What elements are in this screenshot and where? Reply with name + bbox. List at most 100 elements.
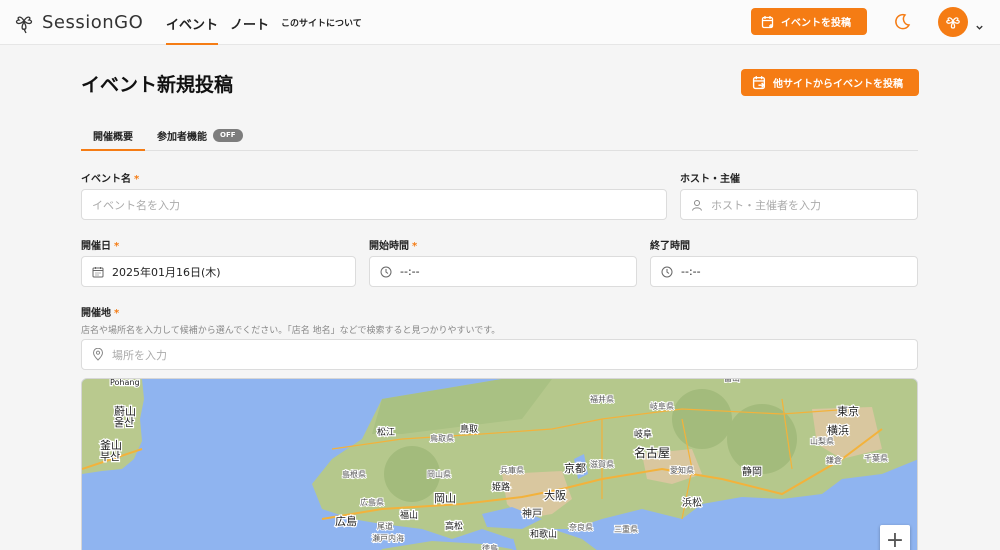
page-title: イベント新規投稿 — [81, 74, 234, 96]
location-hint: 店名や場所名を入力して候補から選んでください。「店名 地名」などで検索すると見つ… — [81, 326, 501, 336]
map-label-tokyo: 東京 — [837, 404, 859, 418]
map-label-fukui-pref: 福井県 — [590, 394, 614, 404]
calendar-import-icon — [752, 76, 766, 90]
map-label-okayama-pref: 岡山県 — [427, 469, 451, 479]
map-label-aichi-pref: 愛知県 — [670, 465, 694, 475]
main-nav: イベント ノート このサイトについて — [166, 0, 374, 45]
map-label-fukuyama: 福山 — [400, 509, 418, 521]
location-label-text: 開催地 — [81, 308, 111, 319]
tab-overview-label: 開催概要 — [93, 132, 133, 143]
calendar-plus-icon — [761, 15, 774, 28]
tab-participant-features[interactable]: 参加者機能 OFF — [145, 121, 255, 150]
post-event-button[interactable]: イベントを投稿 — [751, 8, 867, 35]
status-badge: OFF — [213, 129, 243, 142]
required-mark: * — [114, 308, 120, 319]
required-mark: * — [114, 241, 120, 252]
top-header: SessionGO イベント ノート このサイトについて イベントを投稿 — [0, 0, 1000, 45]
nav-notes[interactable]: ノート — [230, 0, 269, 45]
map-label-takamatsu: 高松 — [445, 520, 463, 532]
calendar-icon — [92, 266, 104, 277]
event-name-label: イベント名 * — [81, 170, 139, 185]
import-event-button[interactable]: 他サイトからイベントを投稿 — [741, 69, 919, 96]
map-label-kobe: 神戸 — [522, 507, 542, 520]
host-label: ホスト・主催 — [680, 170, 740, 185]
location-map[interactable]: Pohang 蔚山 울산 釜山 부산 松江 鳥取 岡山 姫路 京都 大阪 神戸 … — [81, 378, 918, 550]
map-label-shizuoka: 静岡 — [742, 465, 762, 478]
end-time-value: --:-- — [681, 265, 701, 278]
location-label: 開催地 * — [81, 304, 119, 319]
logo-text: SessionGO — [42, 11, 144, 33]
map-label-hyogo-pref: 兵庫県 — [500, 465, 524, 475]
host-label-text: ホスト・主催 — [680, 174, 740, 185]
map-label-yamanashi-pref: 山梨県 — [810, 436, 834, 446]
end-time-input[interactable]: --:-- — [650, 256, 918, 287]
import-event-label: 他サイトからイベントを投稿 — [773, 79, 903, 90]
map-label-mie-pref: 三重県 — [614, 524, 638, 534]
required-mark: * — [412, 241, 418, 252]
date-label: 開催日 * — [81, 237, 119, 252]
map-pin-icon — [92, 348, 104, 361]
map-label-pohang: Pohang — [110, 379, 140, 387]
dark-mode-toggle[interactable] — [893, 13, 911, 35]
map-label-nara-pref: 奈良県 — [569, 522, 593, 532]
event-name-label-text: イベント名 — [81, 174, 131, 185]
map-label-nagoya: 名古屋 — [634, 445, 670, 460]
logo[interactable]: SessionGO — [12, 10, 143, 34]
map-label-hiroshima: 広島 — [335, 514, 357, 528]
chevron-down-icon — [976, 25, 983, 30]
map-label-himeji: 姫路 — [492, 481, 510, 493]
start-time-input[interactable]: --:-- — [369, 256, 637, 287]
map-label-tokushima: 徳島 — [482, 543, 498, 550]
moon-icon — [895, 13, 911, 30]
location-input[interactable]: 場所を入力 — [81, 339, 918, 370]
map-label-gifu-pref: 岐阜県 — [650, 401, 674, 411]
nav-about[interactable]: このサイトについて — [281, 0, 362, 45]
map-label-toyama: 富山 — [724, 379, 740, 383]
tab-overview[interactable]: 開催概要 — [81, 121, 145, 151]
start-time-label: 開始時間 * — [369, 237, 417, 252]
host-placeholder: ホスト・主催者を入力 — [711, 198, 821, 212]
user-icon — [692, 199, 702, 211]
account-menu-toggle[interactable] — [975, 17, 984, 36]
map-label-shiga-pref: 滋賀県 — [590, 459, 614, 469]
date-value: 2025年01月16日(木) — [112, 265, 221, 279]
map-label-osaka: 大阪 — [544, 488, 566, 502]
map-label-kamakura: 鎌倉 — [826, 455, 842, 465]
event-name-input[interactable]: イベント名を入力 — [81, 189, 667, 220]
map-label-gifu: 岐阜 — [634, 428, 652, 440]
clover-avatar-icon — [946, 17, 960, 29]
clock-icon — [661, 266, 673, 277]
map-label-hiroshima-pref: 広島県 — [360, 497, 384, 507]
host-input[interactable]: ホスト・主催者を入力 — [680, 189, 918, 220]
end-time-label-text: 終了時間 — [650, 241, 690, 252]
avatar[interactable] — [938, 7, 968, 37]
start-time-value: --:-- — [400, 265, 420, 278]
start-time-label-text: 開始時間 — [369, 241, 409, 252]
date-label-text: 開催日 — [81, 241, 111, 252]
map-label-kyoto: 京都 — [564, 461, 586, 475]
map-label-wakayama: 和歌山 — [530, 528, 557, 540]
map-label-yokohama: 横浜 — [827, 423, 849, 437]
map-label-onomichi: 尾道 — [377, 521, 393, 531]
map-label-tottori: 鳥取 — [460, 423, 478, 435]
end-time-label: 終了時間 — [650, 237, 690, 252]
location-placeholder: 場所を入力 — [112, 348, 167, 362]
map-label-tottori-pref: 鳥取県 — [430, 433, 454, 443]
map-label-hamamatsu: 浜松 — [682, 496, 702, 509]
clover-logo-icon — [15, 16, 33, 34]
map-label-matsue: 松江 — [377, 426, 395, 438]
map-label-busan-ko: 부산 — [100, 450, 120, 463]
post-event-label: イベントを投稿 — [781, 18, 851, 29]
event-name-placeholder: イベント名を入力 — [92, 198, 180, 212]
required-mark: * — [134, 174, 140, 185]
map-label-chiba-pref: 千葉県 — [864, 453, 888, 463]
form-tabs: 開催概要 参加者機能 OFF — [81, 121, 918, 151]
date-picker[interactable]: 2025年01月16日(木) — [81, 256, 356, 287]
map-label-shimane-pref: 島根県 — [342, 469, 366, 479]
map-label-setonaikai: 瀬戸内海 — [372, 533, 404, 543]
tab-participant-label: 参加者機能 — [157, 132, 207, 143]
map-zoom-in-button[interactable]: + — [880, 525, 910, 550]
map-canvas: Pohang 蔚山 울산 釜山 부산 松江 鳥取 岡山 姫路 京都 大阪 神戸 … — [82, 379, 917, 550]
clock-icon — [380, 266, 392, 277]
nav-events[interactable]: イベント — [166, 0, 219, 45]
